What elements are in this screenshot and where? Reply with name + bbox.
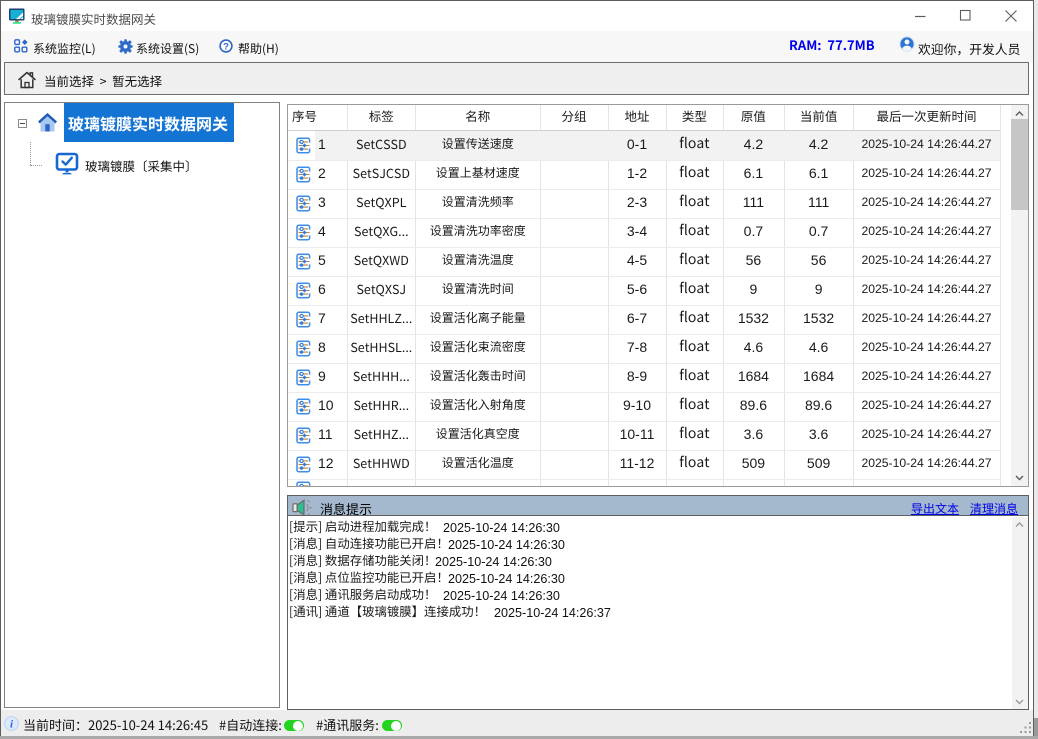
svg-text:?: ? xyxy=(223,39,229,53)
